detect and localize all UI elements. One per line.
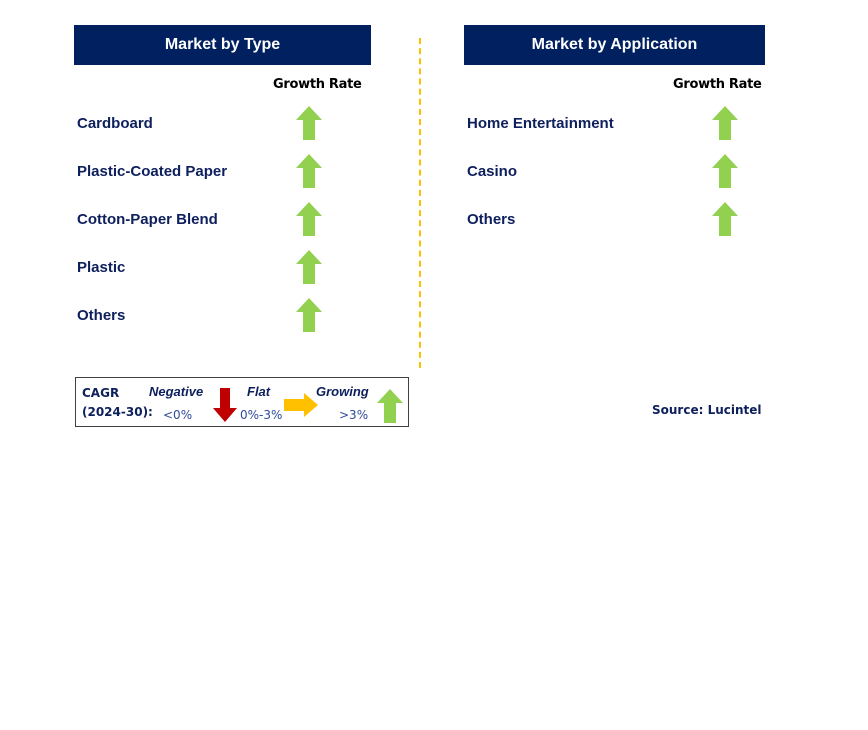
market_by_application-item-trend [712, 202, 738, 236]
market_by_type-item-trend [296, 298, 322, 332]
market_by_type-item-trend [296, 250, 322, 284]
market-by-type-title: Market by Type [164, 36, 281, 53]
market_by_application-item-label: Others [467, 211, 516, 228]
legend-negative-range: <0% [163, 408, 193, 422]
source-label: Source: Lucintel [652, 403, 762, 417]
legend-period-label: (2024-30): [82, 405, 153, 419]
market-by-application-header: Market by Application [464, 25, 765, 65]
legend-cagr-label: CAGR [82, 386, 120, 400]
market_by_type-item-label: Cardboard [77, 115, 153, 132]
up-arrow-icon [712, 154, 738, 188]
legend-growing-range: >3% [339, 408, 369, 422]
market_by_type-item-label: Plastic-Coated Paper [77, 163, 228, 180]
market_by_application-item-label: Casino [467, 163, 518, 180]
section-divider [419, 38, 421, 368]
market_by_application-item-trend [712, 154, 738, 188]
up-arrow-icon [712, 202, 738, 236]
market-by-type-header: Market by Type [74, 25, 371, 65]
up-arrow-icon [296, 250, 322, 284]
application-growth-rate-header: Growth Rate [673, 77, 762, 92]
market_by_type-item-trend [296, 154, 322, 188]
legend-negative-label: Negative [149, 384, 204, 399]
type-growth-rate-header: Growth Rate [273, 77, 362, 92]
market_by_type-item-label: Others [77, 307, 126, 324]
market_by_type-item-label: Cotton-Paper Blend [77, 211, 218, 228]
up-arrow-icon [712, 106, 738, 140]
right-arrow-icon [284, 393, 318, 417]
market_by_type-item-label: Plastic [77, 259, 126, 276]
legend-growing-label: Growing [316, 384, 369, 399]
market_by_type-item-trend [296, 106, 322, 140]
legend-flat-range: 0%-3% [240, 408, 283, 422]
market_by_application-item-label: Home Entertainment [467, 115, 614, 132]
up-arrow-icon [296, 298, 322, 332]
market-by-application-title: Market by Application [531, 36, 698, 53]
up-arrow-icon [296, 154, 322, 188]
down-arrow-icon [213, 388, 237, 422]
market_by_type-item-trend [296, 202, 322, 236]
legend-flat-label: Flat [247, 384, 271, 399]
up-arrow-icon [296, 202, 322, 236]
up-arrow-icon [296, 106, 322, 140]
market_by_application-item-trend [712, 106, 738, 140]
up-arrow-icon [377, 389, 403, 423]
cagr-legend: CAGR (2024-30): Negative <0% Flat 0%-3% … [75, 377, 409, 427]
